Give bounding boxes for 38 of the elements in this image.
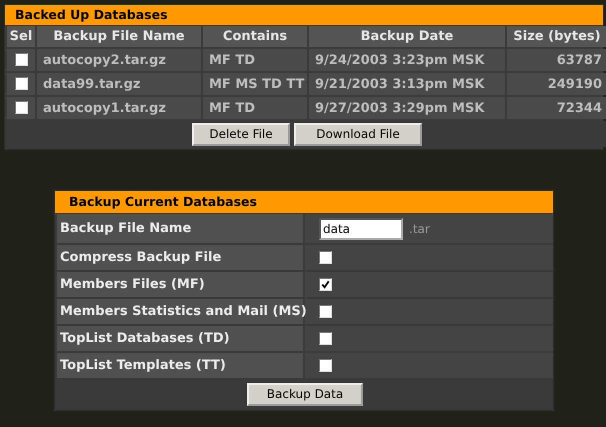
field-label: Members Files (MF) <box>57 272 303 297</box>
column-header: Contains <box>203 26 307 47</box>
column-header: Size (bytes) <box>507 26 606 47</box>
checkbox[interactable] <box>14 53 28 66</box>
table-cell: autocopy1.tar.gz <box>37 97 201 119</box>
table-cell: MF TD <box>203 49 307 71</box>
table-cell: autocopy2.tar.gz <box>37 49 201 71</box>
checkbox[interactable] <box>319 278 332 291</box>
checkbox[interactable] <box>14 101 28 114</box>
backup-button[interactable]: Backup Data <box>247 382 363 406</box>
file-extension: .tar <box>409 222 430 236</box>
field-label: Members Statistics and Mail (MS) <box>57 299 303 324</box>
panel-title: Backup Current Databases <box>55 191 553 213</box>
field-label: TopList Databases (TD) <box>57 326 303 351</box>
action-button[interactable]: Download File <box>294 122 422 146</box>
table-cell: 9/27/2003 3:29pm MSK <box>309 97 505 119</box>
checkbox[interactable] <box>319 358 332 372</box>
checkbox[interactable] <box>14 77 28 90</box>
column-header: Backup File Name <box>37 26 201 47</box>
field-label: Backup File Name <box>57 214 303 243</box>
column-header: Backup Date <box>309 26 505 47</box>
table-cell: MF MS TD TT <box>203 73 307 95</box>
field-label: Compress Backup File <box>57 245 303 270</box>
checkbox[interactable] <box>319 250 332 264</box>
table-cell: MF TD <box>203 97 307 119</box>
table-cell: 9/21/2003 3:13pm MSK <box>309 73 505 95</box>
action-button[interactable]: Delete File <box>192 122 290 146</box>
table-cell: 63787 <box>507 49 606 71</box>
checkbox[interactable] <box>319 304 332 318</box>
table-cell: 72344 <box>507 97 606 119</box>
input-field[interactable]: data <box>319 218 403 240</box>
table-cell: 9/24/2003 3:23pm MSK <box>309 49 505 71</box>
checkbox[interactable] <box>319 332 332 345</box>
table-cell: 249190 <box>507 73 606 95</box>
panel-title: Backed Up Databases <box>5 5 603 25</box>
column-header: Sel <box>7 26 35 47</box>
field-label: TopList Templates (TT) <box>57 353 303 378</box>
table-cell: data99.tar.gz <box>37 73 201 95</box>
